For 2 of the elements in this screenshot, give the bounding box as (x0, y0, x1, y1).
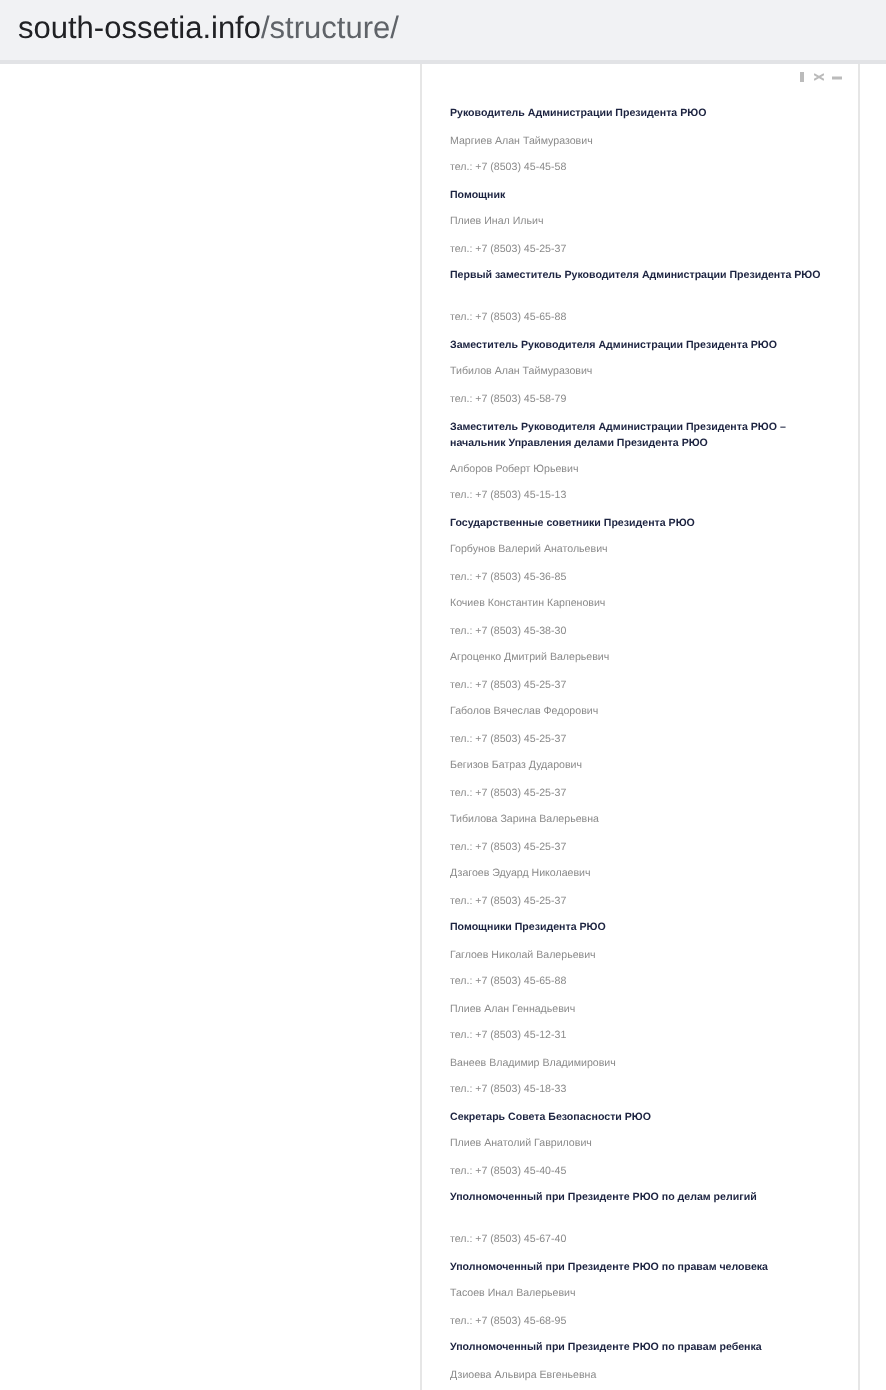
address-bar[interactable]: south-ossetia.info/structure/ (0, 0, 886, 64)
url-text: south-ossetia.info/structure/ (18, 12, 399, 48)
